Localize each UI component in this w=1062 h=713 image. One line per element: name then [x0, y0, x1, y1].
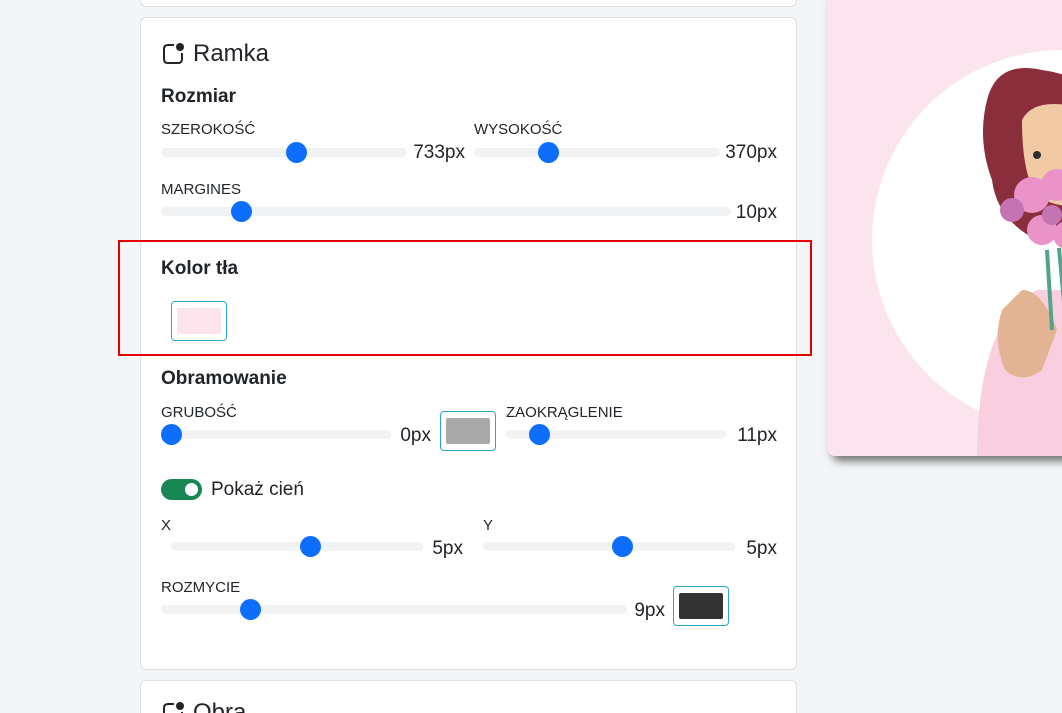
shadow-y-label: Y: [483, 517, 494, 534]
border-thickness-slider-thumb[interactable]: [161, 424, 182, 445]
border-thickness-slider[interactable]: [161, 424, 391, 445]
size-heading: Rozmiar: [161, 86, 236, 107]
frame-panel-title: Ramka: [193, 40, 270, 67]
shadow-x-value: 5px: [432, 538, 463, 559]
frame-panel-header: Ramka: [161, 40, 269, 68]
shadow-y-slider-thumb[interactable]: [611, 536, 633, 557]
border-heading: Obramowanie: [161, 368, 287, 389]
border-color-picker[interactable]: [440, 411, 496, 451]
next-panel-icon: [163, 702, 184, 713]
shadow-toggle[interactable]: [161, 479, 202, 500]
preview-illustration: [872, 50, 1062, 456]
border-color-swatch: [446, 418, 490, 444]
shadow-x-slider-thumb[interactable]: [299, 536, 321, 557]
width-slider-thumb[interactable]: [286, 142, 308, 163]
height-slider[interactable]: [474, 142, 720, 163]
width-label: SZEROKOŚĆ: [161, 121, 256, 138]
border-radius-slider-thumb[interactable]: [529, 424, 550, 445]
border-thickness-value: 0px: [400, 425, 431, 446]
previous-panel: [140, 0, 797, 7]
border-radius-label: ZAOKRĄGLENIE: [506, 404, 623, 421]
frame-preview: [827, 0, 1062, 456]
width-slider[interactable]: [161, 142, 407, 163]
highlight-box: [118, 240, 812, 356]
shadow-blur-label: ROZMYCIE: [161, 579, 241, 596]
height-slider-thumb[interactable]: [537, 142, 559, 163]
shadow-x-label: X: [161, 517, 172, 534]
width-value: 733px: [413, 142, 465, 163]
margin-slider-thumb[interactable]: [230, 201, 252, 222]
next-panel-header: Obra...: [161, 699, 266, 713]
shadow-y-value: 5px: [746, 538, 777, 559]
height-label: WYSOKOŚĆ: [474, 121, 563, 138]
shadow-toggle-knob: [185, 483, 198, 496]
shadow-x-slider[interactable]: [171, 536, 423, 557]
height-value: 370px: [725, 142, 777, 163]
shadow-color-picker[interactable]: [673, 586, 729, 626]
shadow-blur-value: 9px: [634, 600, 665, 621]
frame-icon: [161, 42, 185, 66]
shadow-blur-slider-thumb[interactable]: [239, 599, 261, 620]
shadow-color-swatch: [679, 593, 723, 619]
shadow-toggle-label[interactable]: Pokaż cień: [211, 479, 304, 501]
shadow-y-slider[interactable]: [483, 536, 735, 557]
margin-value: 10px: [735, 202, 777, 223]
shadow-blur-slider[interactable]: [161, 599, 627, 620]
border-radius-value: 11px: [737, 425, 777, 446]
border-thickness-label: GRUBOŚĆ: [161, 404, 237, 421]
margin-slider[interactable]: [161, 201, 731, 222]
next-panel: Obra...: [140, 680, 797, 713]
margin-label: MARGINES: [161, 181, 242, 198]
next-panel-title: Obra...: [193, 699, 267, 713]
border-radius-slider[interactable]: [506, 424, 726, 445]
